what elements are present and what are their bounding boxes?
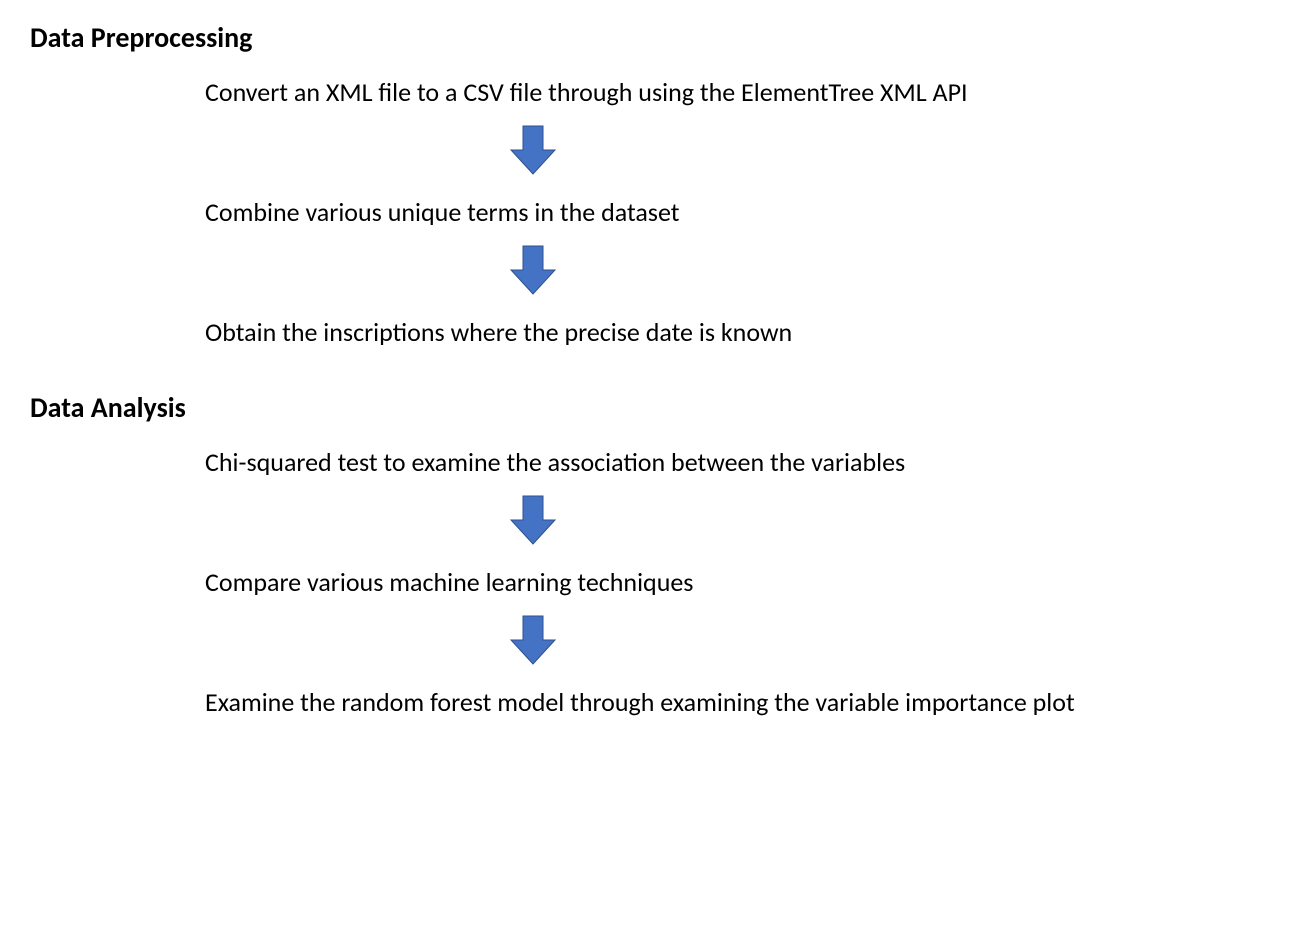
preprocessing-heading: Data Preprocessing: [30, 20, 1261, 55]
analysis-step-3: Examine the random forest model through …: [205, 685, 1261, 720]
preprocessing-content: Convert an XML file to a CSV file throug…: [30, 75, 1261, 350]
arrow-container: [205, 242, 1261, 303]
preprocessing-section: Data Preprocessing Convert an XML file t…: [30, 20, 1261, 350]
analysis-section: Data Analysis Chi-squared test to examin…: [30, 390, 1261, 720]
arrow-down-icon: [505, 122, 561, 183]
arrow-down-icon: [505, 492, 561, 553]
preprocessing-step-2: Combine various unique terms in the data…: [205, 195, 1261, 230]
arrow-container: [205, 492, 1261, 553]
preprocessing-step-1: Convert an XML file to a CSV file throug…: [205, 75, 1261, 110]
arrow-container: [205, 612, 1261, 673]
analysis-content: Chi-squared test to examine the associat…: [30, 445, 1261, 720]
analysis-step-1: Chi-squared test to examine the associat…: [205, 445, 1261, 480]
preprocessing-step-3: Obtain the inscriptions where the precis…: [205, 315, 1261, 350]
arrow-down-icon: [505, 242, 561, 303]
arrow-container: [205, 122, 1261, 183]
arrow-down-icon: [505, 612, 561, 673]
analysis-step-2: Compare various machine learning techniq…: [205, 565, 1261, 600]
analysis-heading: Data Analysis: [30, 390, 1261, 425]
